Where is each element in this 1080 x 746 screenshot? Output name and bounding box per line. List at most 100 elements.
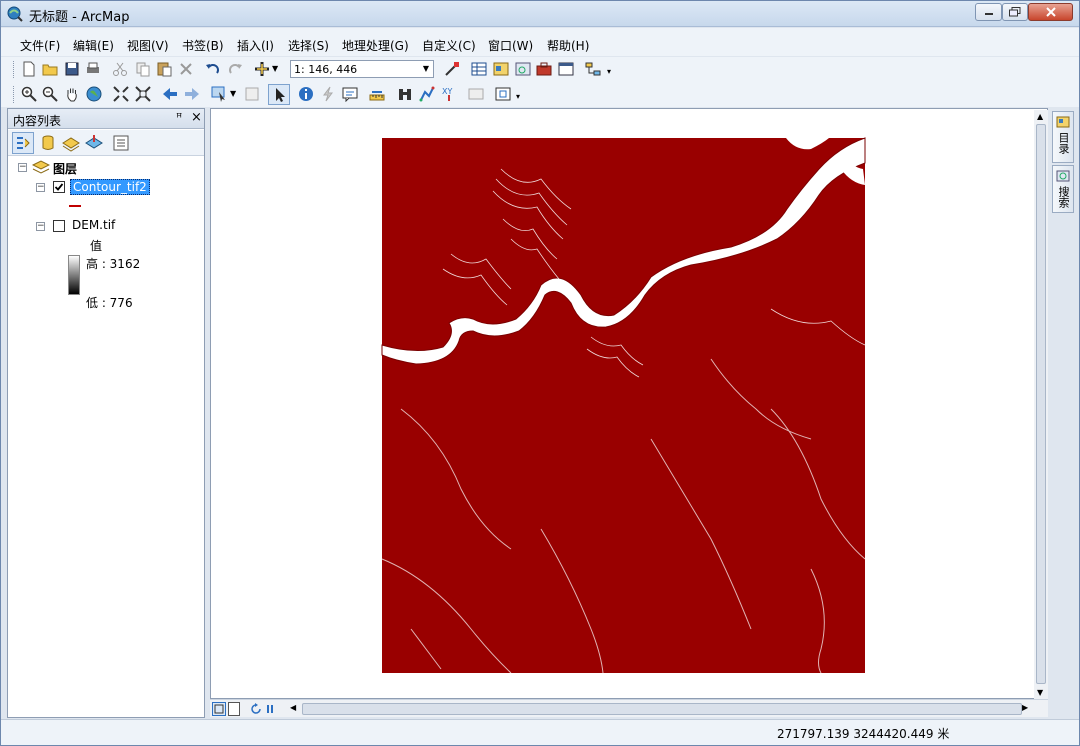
map-scale-combobox[interactable]: 1: 146, 446 ▼ [290,60,434,78]
menu-customize[interactable]: 自定义(C) [422,37,476,54]
layers-root-label[interactable]: 图层 [53,160,77,177]
menu-file[interactable]: 文件(F) [20,37,60,54]
full-extent-globe-icon[interactable] [86,86,102,102]
contour-layer-checkbox[interactable] [53,181,65,193]
menu-geoprocessing[interactable]: 地理处理(G) [342,37,409,54]
dem-layer-checkbox[interactable] [53,220,65,232]
refresh-icon[interactable] [250,703,262,715]
map-vertical-scrollbar[interactable]: ▲ ▼ [1034,110,1048,700]
title-bar: 无标题 - ArcMap [1,1,1079,27]
pan-hand-icon[interactable] [64,86,80,102]
layout-view-icon[interactable] [228,702,240,716]
menu-edit[interactable]: 编辑(E) [73,37,114,54]
undo-icon[interactable] [205,61,221,77]
chevron-down-icon[interactable]: ▼ [420,62,432,76]
dem-layer-name[interactable]: DEM.tif [72,218,115,232]
paste-icon[interactable] [156,61,172,77]
list-by-visibility-icon[interactable] [62,134,80,152]
collapse-dem-layer-toggle[interactable]: − [36,222,45,231]
catalog-dock-tab[interactable]: 目录 [1052,111,1074,163]
vertical-scroll-thumb[interactable] [1036,124,1046,684]
delete-icon[interactable] [178,61,194,77]
contour-layer-name[interactable]: Contour_tif2 [70,179,150,195]
identify-icon[interactable] [298,86,314,102]
list-by-selection-icon[interactable] [85,134,103,152]
select-features-icon[interactable] [211,86,227,102]
list-by-drawing-order-icon [17,137,30,149]
pause-drawing-icon[interactable] [264,703,276,715]
zoom-in-icon[interactable] [21,86,37,102]
menu-insert[interactable]: 插入(I) [237,37,274,54]
menu-help[interactable]: 帮助(H) [547,37,589,54]
dem-legend-field-label: 值 [90,239,103,253]
collapse-layers-toggle[interactable]: − [18,163,27,172]
menu-view[interactable]: 视图(V) [127,37,169,54]
print-icon[interactable] [85,61,101,77]
go-to-xy-icon[interactable]: XY [441,86,457,102]
standard-toolbar: ▼ 1: 146, 446 ▼ ▾ [1,57,1079,82]
dem-legend-low: 低 : 776 [86,296,133,310]
select-dropdown-icon[interactable]: ▼ [230,89,236,98]
search-window-icon[interactable] [515,61,531,77]
scroll-right-icon[interactable]: ▶ [1022,703,1028,712]
minimize-button[interactable] [975,3,1002,21]
maximize-button[interactable] [1002,3,1028,21]
create-viewer-window-icon[interactable] [495,86,511,102]
cut-icon[interactable] [112,61,128,77]
select-elements-button[interactable] [268,84,290,105]
new-document-icon[interactable] [21,61,37,77]
fixed-zoom-out-icon[interactable] [135,86,151,102]
clear-selection-icon[interactable] [244,86,260,102]
editor-toolbar-icon[interactable] [444,61,460,77]
measure-icon[interactable] [369,86,385,102]
toolbar-options-icon[interactable]: ▾ [607,67,611,76]
dem-color-ramp[interactable] [68,255,80,295]
open-folder-icon[interactable] [42,61,58,77]
close-button[interactable] [1028,3,1073,21]
toc-toolbar [8,130,204,156]
toolbar-grip[interactable] [13,86,16,103]
horizontal-scroll-thumb[interactable] [302,703,1022,715]
copy-icon[interactable] [135,61,151,77]
redo-icon[interactable] [227,61,243,77]
arctoolbox-icon[interactable] [536,61,552,77]
restore-icon [1009,7,1021,17]
window-title: 无标题 - ArcMap [29,10,130,25]
contour-line-symbol[interactable] [69,205,81,207]
collapse-contour-layer-toggle[interactable]: − [36,183,45,192]
go-forward-arrow-icon[interactable] [184,86,200,102]
python-window-icon[interactable] [558,61,574,77]
contour-map-canvas[interactable] [211,109,1035,699]
html-popup-icon[interactable] [342,86,358,102]
data-view-icon[interactable] [212,702,226,716]
time-slider-icon[interactable] [468,86,484,102]
scroll-down-icon[interactable]: ▼ [1037,688,1043,697]
menu-selection[interactable]: 选择(S) [288,37,329,54]
cursor-coordinates: 271797.139 3244420.449 米 [777,727,950,741]
toolbar-options-icon[interactable]: ▾ [516,92,520,101]
scroll-left-icon[interactable]: ◀ [290,703,296,712]
list-by-source-icon[interactable] [39,134,57,152]
options-icon[interactable] [112,134,130,152]
toc-close-button[interactable]: × [191,110,202,125]
find-binoculars-icon[interactable] [397,86,413,102]
add-data-dropdown-icon[interactable]: ▼ [272,64,278,73]
save-icon[interactable] [64,61,80,77]
find-route-icon[interactable] [419,86,435,102]
toolbar-grip[interactable] [13,61,16,78]
menu-bookmarks[interactable]: 书签(B) [182,37,224,54]
add-data-icon[interactable] [254,61,270,77]
table-icon[interactable] [471,61,487,77]
scroll-up-icon[interactable]: ▲ [1037,112,1043,121]
model-builder-icon[interactable] [585,61,601,77]
search-dock-tab[interactable]: 搜索 [1052,165,1074,213]
pin-icon[interactable]: ꟸ [176,111,182,124]
go-back-arrow-icon[interactable] [162,86,178,102]
hyperlink-icon[interactable] [320,86,336,102]
catalog-window-icon[interactable] [493,61,509,77]
menu-windows[interactable]: 窗口(W) [488,37,533,54]
list-by-drawing-order-button[interactable] [12,132,34,154]
zoom-out-icon[interactable] [42,86,58,102]
map-display[interactable] [210,108,1048,699]
fixed-zoom-in-icon[interactable] [113,86,129,102]
